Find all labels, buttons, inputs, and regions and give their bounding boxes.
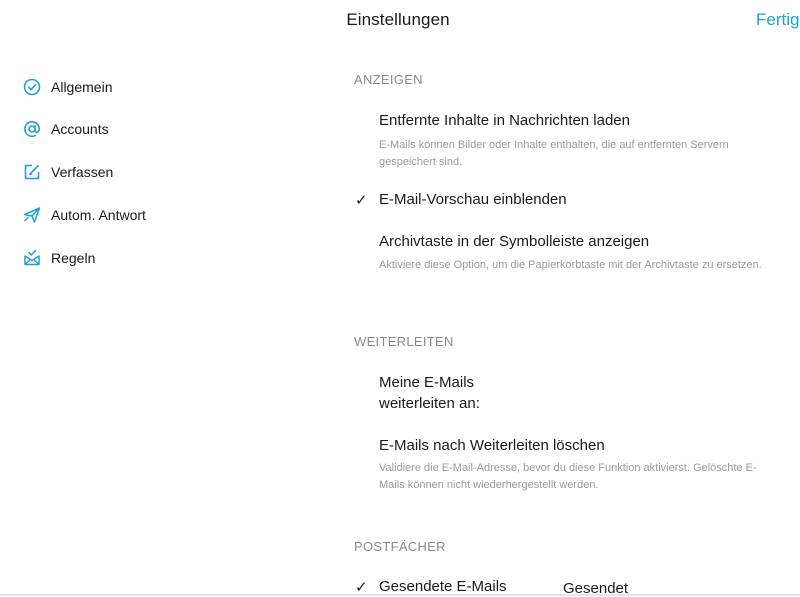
- page-title-text: Einstellungen: [346, 10, 450, 29]
- option-title: E-Mail-Vorschau einblenden: [379, 191, 567, 208]
- settings-sidebar: Allgemein Accounts Verfassen Autom. Antw…: [0, 0, 300, 596]
- checkmark-icon: ✓: [355, 192, 368, 209]
- at-sign-icon: [22, 119, 42, 139]
- done-button[interactable]: Fertig: [756, 10, 799, 30]
- option-description: Validiere die E-Mail-Adresse, bevor du d…: [379, 462, 757, 491]
- forward-to-label-line2: weiterleiten an:: [379, 395, 480, 412]
- sidebar-item-label: Allgemein: [51, 79, 113, 95]
- sidebar-item-allgemein[interactable]: Allgemein: [22, 75, 112, 99]
- section-header-postfaecher: POSTFÄCHER: [354, 539, 446, 554]
- option-description: Aktiviere diese Option, um die Papierkor…: [379, 259, 762, 271]
- paper-plane-icon: [22, 205, 42, 225]
- option-title: E-Mails nach Weiterleiten löschen: [379, 437, 605, 454]
- sidebar-item-accounts[interactable]: Accounts: [22, 117, 109, 141]
- forward-to-label-line1: Meine E-Mails: [379, 374, 475, 391]
- compose-icon: [22, 162, 42, 182]
- section-header-anzeigen: ANZEIGEN: [354, 72, 423, 87]
- option-description: E-Mails können Bilder oder Inhalte entha…: [379, 139, 729, 168]
- sidebar-item-label: Autom. Antwort: [51, 207, 146, 223]
- option-title: Archivtaste in der Symbolleiste anzeigen: [379, 233, 650, 250]
- inbox-rules-icon: [22, 248, 42, 268]
- sidebar-item-label: Regeln: [51, 250, 96, 266]
- sidebar-item-verfassen[interactable]: Verfassen: [22, 160, 113, 184]
- sidebar-item-regeln[interactable]: Regeln: [22, 246, 95, 270]
- sidebar-item-autom-antwort[interactable]: Autom. Antwort: [22, 203, 146, 227]
- sidebar-item-label: Accounts: [51, 121, 109, 137]
- check-circle-icon: [22, 77, 42, 97]
- option-title: Gesendete E-Mails: [379, 578, 507, 595]
- forward-to-field[interactable]: Meine E-Mails weiterleiten an:: [379, 372, 480, 414]
- option-title: Entfernte Inhalte in Nachrichten laden: [379, 112, 630, 129]
- sidebar-item-label: Verfassen: [51, 164, 114, 180]
- section-header-weiterleiten: WEITERLEITEN: [354, 334, 454, 349]
